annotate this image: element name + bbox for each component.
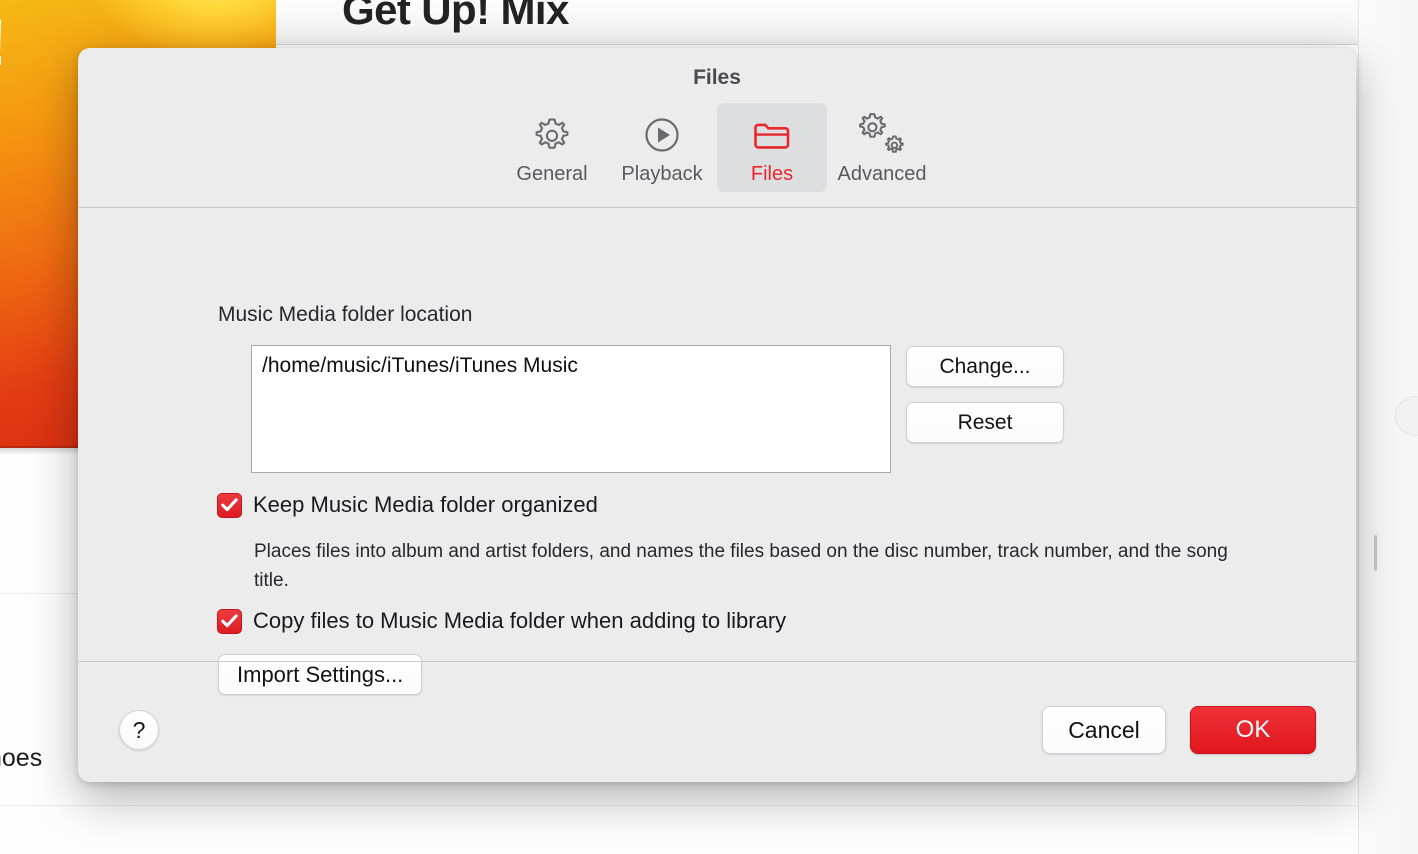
preferences-footer: ? Cancel OK	[78, 662, 1356, 782]
tab-general[interactable]: General	[497, 103, 607, 192]
tab-playback-label: Playback	[621, 163, 703, 185]
tab-files[interactable]: Files	[717, 103, 827, 192]
track-list-item-label: noes	[0, 744, 43, 772]
preferences-body: Music Media folder location /home/music/…	[78, 208, 1356, 695]
double-gear-icon	[856, 113, 908, 159]
ok-button[interactable]: OK	[1190, 706, 1316, 754]
dialog-title: Files	[693, 66, 741, 89]
play-circle-icon	[639, 113, 685, 159]
checkbox-copy-files[interactable]	[217, 608, 242, 634]
checkbox-keep-organized[interactable]	[217, 492, 242, 518]
album-artwork-title: p!	[0, 4, 7, 80]
tab-advanced[interactable]: Advanced	[827, 103, 937, 192]
tab-advanced-label: Advanced	[837, 163, 927, 185]
playlist-title: Get Up! Mix	[342, 0, 569, 33]
tab-files-label: Files	[750, 163, 794, 185]
folder-icon	[749, 113, 795, 159]
checkmark-icon	[221, 614, 238, 628]
media-folder-location-label: Music Media folder location	[218, 303, 473, 326]
tab-general-label: General	[516, 163, 588, 185]
help-button[interactable]: ?	[119, 710, 159, 750]
preferences-dialog: Files General Playback Files Advanced Mu…	[78, 48, 1356, 782]
copy-files-checkbox-row[interactable]: Copy files to Music Media folder when ad…	[217, 608, 786, 634]
cancel-button[interactable]: Cancel	[1042, 706, 1166, 754]
gear-icon	[529, 113, 575, 159]
vertical-scrollbar[interactable]	[1374, 535, 1377, 571]
keep-organized-label: Keep Music Media folder organized	[253, 492, 598, 517]
preferences-toolbar: General Playback Files Advanced	[78, 103, 1356, 192]
copy-files-label: Copy files to Music Media folder when ad…	[253, 608, 787, 633]
checkmark-icon	[221, 498, 238, 512]
keep-organized-checkbox-row[interactable]: Keep Music Media folder organized	[217, 492, 598, 518]
change-button[interactable]: Change...	[906, 346, 1064, 387]
media-folder-path-field[interactable]: /home/music/iTunes/iTunes Music	[251, 345, 891, 473]
tab-playback[interactable]: Playback	[607, 103, 717, 192]
keep-organized-description: Places files into album and artist folde…	[254, 541, 1228, 591]
track-list-divider	[0, 805, 1418, 806]
reset-button[interactable]: Reset	[906, 402, 1064, 443]
